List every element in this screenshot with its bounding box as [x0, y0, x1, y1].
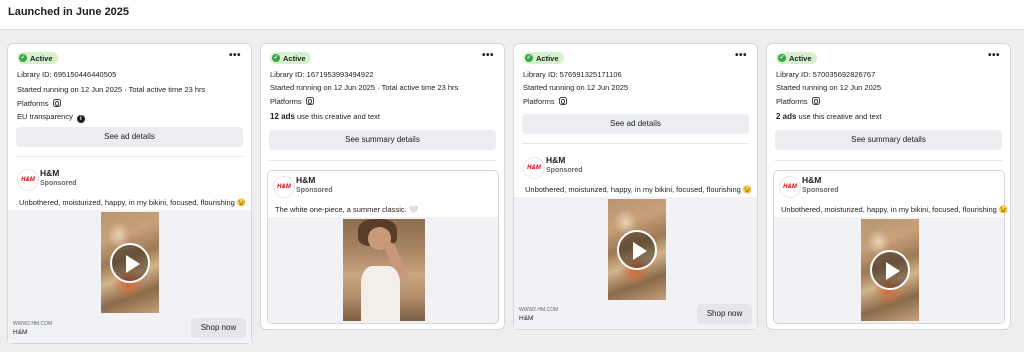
- ads-count-row: 2 ads use this creative and text: [776, 112, 882, 121]
- platforms-row: Platforms: [17, 99, 61, 108]
- shop-now-button[interactable]: Shop now: [191, 318, 246, 338]
- started-running: Started running on 12 Jun 2025 · Total a…: [270, 83, 459, 92]
- ads-count-row: 12 ads use this creative and text: [270, 112, 380, 121]
- see-summary-details-button[interactable]: See summary details: [269, 130, 496, 150]
- platforms-row: Platforms: [523, 97, 567, 106]
- divider: [522, 143, 749, 144]
- section-title: Launched in June 2025: [8, 6, 130, 18]
- sponsored-label: Sponsored: [546, 167, 583, 174]
- divider: [16, 156, 243, 157]
- started-running: Started running on 12 Jun 2025: [776, 83, 882, 92]
- media-area: [514, 197, 757, 301]
- sponsored-label: Sponsored: [296, 187, 333, 194]
- footer-url: WWW2.HM.COM: [13, 321, 53, 327]
- ad-video[interactable]: [101, 212, 159, 314]
- instagram-icon: [558, 97, 567, 105]
- library-id: Library ID: 695150446440505: [17, 70, 117, 79]
- section-header: Launched in June 2025: [0, 0, 1024, 30]
- brand-name[interactable]: H&M: [546, 155, 565, 165]
- brand-logo[interactable]: H&M: [273, 176, 295, 198]
- ad-card: ✓ Active ••• Library ID: 1671953993494922…: [260, 43, 505, 330]
- ad-card: ✓ Active ••• Library ID: 570035692826767 …: [766, 43, 1011, 330]
- status-badge: ✓ Active: [270, 52, 311, 64]
- ad-caption: Unbothered, moisturized, happy, in my bi…: [525, 185, 753, 194]
- more-options-button[interactable]: •••: [482, 51, 494, 61]
- instagram-icon: [305, 97, 314, 105]
- ad-preview: H&M H&M Sponsored Unbothered, moisturize…: [773, 170, 1009, 324]
- more-options-button[interactable]: •••: [735, 51, 747, 61]
- ad-footer: WWW2.HM.COM H&M Shop now: [8, 313, 251, 343]
- status-badge: ✓ Active: [17, 52, 58, 64]
- ad-card: ✓ Active ••• Library ID: 576591325171106 …: [513, 43, 758, 330]
- brand-logo[interactable]: H&M: [779, 176, 801, 198]
- more-options-button[interactable]: •••: [229, 51, 241, 61]
- divider: [269, 160, 496, 161]
- ad-caption: Unbothered, moisturized, happy, in my bi…: [781, 205, 1009, 214]
- play-icon[interactable]: [617, 230, 657, 270]
- see-summary-details-button[interactable]: See summary details: [775, 130, 1002, 150]
- library-id: Library ID: 1671953993494922: [270, 70, 374, 79]
- see-ad-details-button[interactable]: See ad details: [522, 114, 749, 134]
- eu-transparency-row: EU transparency i: [17, 112, 85, 123]
- instagram-icon: [52, 99, 61, 107]
- ad-image[interactable]: [343, 219, 425, 321]
- library-id: Library ID: 576591325171106: [523, 70, 622, 79]
- sponsored-label: Sponsored: [40, 180, 77, 187]
- check-icon: ✓: [778, 54, 786, 62]
- media-area: [8, 210, 251, 314]
- footer-advertiser: H&M: [519, 315, 534, 322]
- brand-name[interactable]: H&M: [296, 175, 315, 185]
- platforms-row: Platforms: [270, 97, 314, 106]
- ad-video[interactable]: [861, 219, 919, 321]
- footer-advertiser: H&M: [13, 329, 28, 336]
- ad-video[interactable]: [608, 199, 666, 301]
- ad-caption: Unbothered, moisturized, happy, in my bi…: [19, 198, 247, 207]
- instagram-icon: [811, 97, 820, 105]
- info-icon[interactable]: i: [76, 115, 85, 123]
- ad-card: ✓ Active ••• Library ID: 695150446440505 …: [7, 43, 252, 344]
- check-icon: ✓: [525, 54, 533, 62]
- play-icon[interactable]: [870, 250, 910, 290]
- brand-name[interactable]: H&M: [40, 168, 59, 178]
- media-area: [268, 217, 498, 323]
- ad-caption: The white one-piece, a summer classic. 🤍: [275, 205, 419, 214]
- status-badge: ✓ Active: [523, 52, 564, 64]
- divider: [775, 160, 1002, 161]
- started-running: Started running on 12 Jun 2025: [523, 83, 629, 92]
- play-icon[interactable]: [110, 243, 150, 283]
- shop-now-button[interactable]: Shop now: [697, 304, 752, 324]
- more-options-button[interactable]: •••: [988, 51, 1000, 61]
- footer-url: WWW2.HM.COM: [519, 307, 559, 313]
- sponsored-label: Sponsored: [802, 187, 839, 194]
- ad-preview: H&M H&M Sponsored The white one-piece, a…: [267, 170, 499, 324]
- check-icon: ✓: [272, 54, 280, 62]
- ad-footer: WWW2.HM.COM H&M Shop now: [514, 300, 757, 329]
- platforms-row: Platforms: [776, 97, 820, 106]
- check-icon: ✓: [19, 54, 27, 62]
- media-area: [774, 217, 1004, 323]
- status-badge: ✓ Active: [776, 52, 817, 64]
- library-id: Library ID: 570035692826767: [776, 70, 876, 79]
- brand-logo[interactable]: H&M: [523, 157, 545, 179]
- see-ad-details-button[interactable]: See ad details: [16, 127, 243, 147]
- brand-logo[interactable]: H&M: [17, 169, 39, 191]
- started-running: Started running on 12 Jun 2025 · Total a…: [17, 85, 206, 94]
- brand-name[interactable]: H&M: [802, 175, 821, 185]
